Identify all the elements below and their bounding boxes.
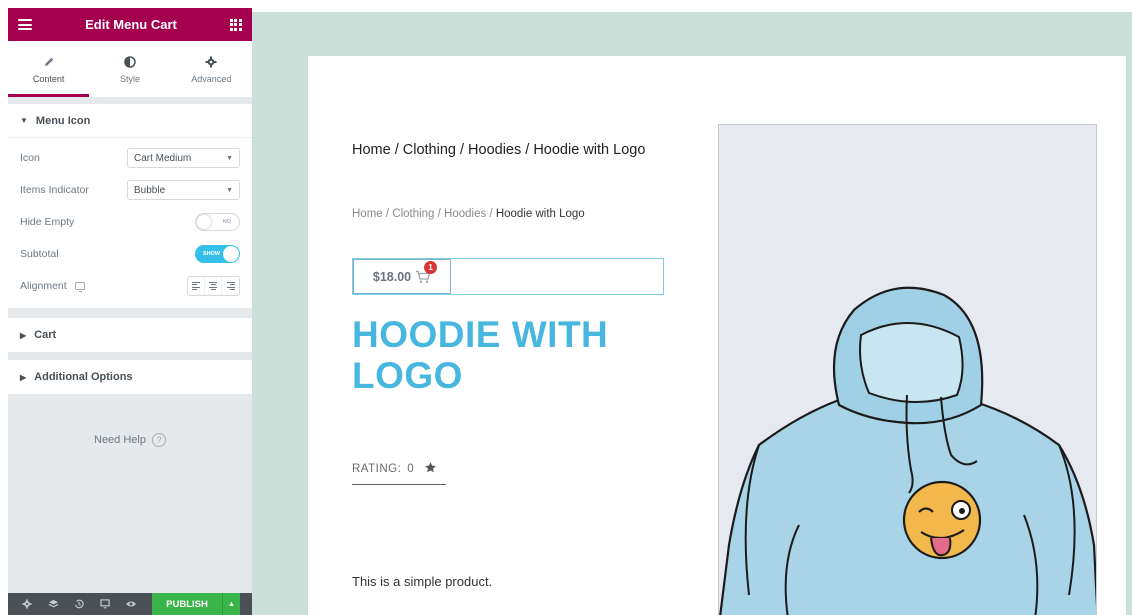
pencil-icon	[43, 54, 55, 70]
hide-empty-label: Hide Empty	[20, 216, 75, 228]
toggle-knob	[197, 215, 211, 229]
items-indicator-label: Items Indicator	[20, 184, 89, 196]
publish-button[interactable]: PUBLISH	[152, 593, 222, 615]
section-additional-label: Additional Options	[34, 371, 133, 383]
toggle-knob	[223, 246, 239, 262]
panel-footer: PUBLISH ▲	[8, 593, 252, 615]
hide-empty-toggle[interactable]: NO	[195, 213, 240, 231]
menu-cart-widget: $18.00 1	[352, 258, 664, 295]
section-cart-label: Cart	[34, 329, 57, 341]
section-menu-icon-body: Icon Cart Medium ▼ Items Indicator Bubbl…	[8, 138, 252, 308]
tab-style-label: Style	[119, 74, 140, 84]
breadcrumb: Home / Clothing / Hoodies / Hoodie with …	[352, 208, 585, 220]
question-icon: ?	[151, 433, 166, 447]
align-right-button[interactable]	[222, 277, 239, 295]
history-icon[interactable]	[66, 593, 92, 615]
preview-canvas: Home / Clothing / Hoodies / Hoodie with …	[252, 12, 1132, 615]
hide-empty-state: NO	[222, 219, 231, 225]
alignment-choices	[187, 276, 240, 296]
tab-advanced[interactable]: Advanced	[171, 41, 252, 97]
breadcrumb-current: Hoodie with Logo	[495, 208, 585, 220]
need-help-link[interactable]: Need Help ?	[8, 433, 252, 447]
need-help-label: Need Help	[94, 434, 146, 446]
rating-label: RATING:	[352, 463, 402, 475]
icon-select[interactable]: Cart Medium ▼	[127, 148, 240, 168]
caret-right-icon: ▶	[20, 372, 27, 382]
half-circle-icon	[124, 54, 136, 70]
publish-options-button[interactable]: ▲	[222, 593, 240, 615]
tab-advanced-label: Advanced	[191, 74, 232, 84]
product-image[interactable]	[718, 124, 1097, 615]
chevron-down-icon: ▼	[226, 154, 233, 162]
icon-label: Icon	[20, 152, 40, 164]
section-additional-options[interactable]: ▶ Additional Options	[8, 360, 252, 394]
cart-subtotal: $18.00	[372, 269, 412, 284]
subtotal-state: SHOW	[203, 251, 221, 257]
cart-icon: 1	[415, 260, 438, 284]
responsive-icon[interactable]	[92, 593, 118, 615]
hoodie-illustration	[719, 286, 1096, 615]
product-title: HOODIE WITH LOGO	[352, 314, 609, 396]
align-right-icon	[226, 281, 235, 291]
control-hide-empty: Hide Empty NO	[20, 206, 240, 238]
menu-icon[interactable]	[18, 19, 32, 30]
align-center-icon	[209, 281, 217, 291]
section-cart[interactable]: ▶ Cart	[8, 318, 252, 352]
eye-icon[interactable]	[118, 593, 144, 615]
product-page: Home / Clothing / Hoodies / Hoodie with …	[308, 56, 1126, 615]
align-left-button[interactable]	[188, 277, 205, 295]
chevron-up-icon: ▲	[228, 600, 235, 608]
chevron-down-icon: ▼	[226, 186, 233, 194]
alignment-label-wrap: Alignment	[20, 280, 85, 292]
alignment-label: Alignment	[20, 280, 67, 292]
control-alignment: Alignment	[20, 270, 240, 302]
layers-icon[interactable]	[40, 593, 66, 615]
desktop-icon[interactable]	[74, 282, 85, 292]
caret-right-icon: ▶	[20, 330, 27, 340]
control-icon: Icon Cart Medium ▼	[20, 142, 240, 174]
panel-tabs: Content Style Advanced	[8, 41, 252, 98]
star-icon	[424, 461, 437, 477]
editor-panel: Edit Menu Cart Content Style Advanced ▼ …	[8, 8, 252, 615]
caret-down-icon: ▼	[20, 116, 28, 125]
cart-toggle-button[interactable]: $18.00 1	[353, 259, 451, 294]
control-subtotal: Subtotal SHOW	[20, 238, 240, 270]
align-left-icon	[192, 281, 200, 291]
icon-select-value: Cart Medium	[134, 152, 192, 164]
control-items-indicator: Items Indicator Bubble ▼	[20, 174, 240, 206]
cart-count-badge: 1	[424, 260, 438, 274]
tab-content[interactable]: Content	[8, 41, 90, 97]
gear-icon	[205, 54, 217, 70]
tab-style[interactable]: Style	[89, 41, 170, 97]
panel-title: Edit Menu Cart	[85, 17, 177, 32]
tab-content-label: Content	[32, 74, 65, 84]
subtotal-label: Subtotal	[20, 248, 59, 260]
items-indicator-select[interactable]: Bubble ▼	[127, 180, 240, 200]
product-rating: RATING: 0	[352, 461, 446, 485]
widgets-grid-icon[interactable]	[229, 18, 242, 31]
subtotal-toggle[interactable]: SHOW	[195, 245, 240, 263]
section-menu-icon[interactable]: ▼ Menu Icon	[8, 104, 252, 138]
settings-icon[interactable]	[14, 593, 40, 615]
section-menu-icon-label: Menu Icon	[35, 114, 91, 127]
rating-value: 0	[407, 463, 415, 475]
product-short-description: This is a simple product.	[352, 574, 493, 589]
items-indicator-value: Bubble	[134, 184, 166, 196]
breadcrumb-links[interactable]: Home / Clothing / Hoodies /	[352, 208, 496, 220]
align-center-button[interactable]	[205, 277, 222, 295]
panel-header: Edit Menu Cart	[8, 8, 252, 41]
breadcrumb-large: Home / Clothing / Hoodies / Hoodie with …	[352, 142, 646, 158]
